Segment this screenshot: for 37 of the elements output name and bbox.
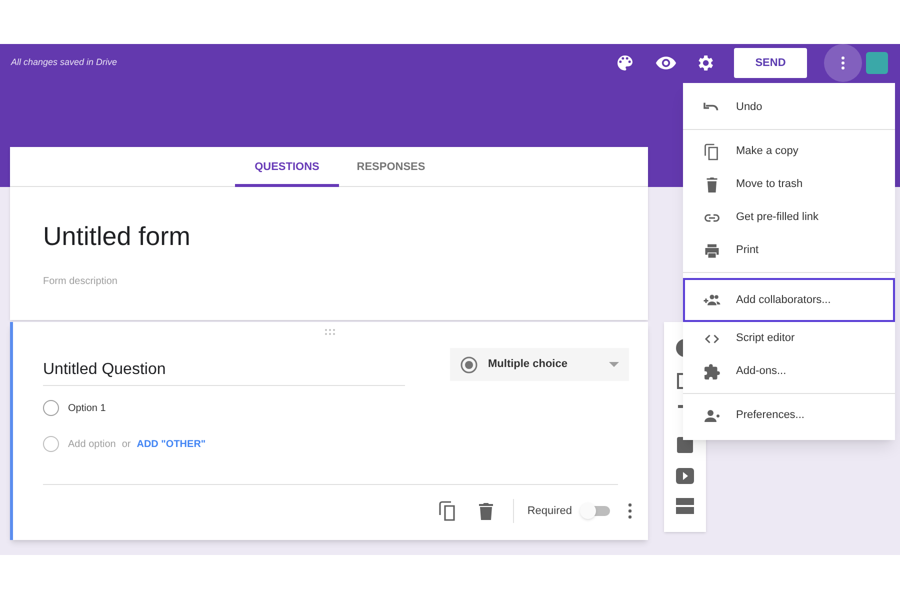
- save-status: All changes saved in Drive: [11, 56, 118, 70]
- radio-icon: [43, 436, 59, 452]
- or-label: or: [122, 438, 131, 452]
- form-title[interactable]: Untitled form: [43, 217, 648, 256]
- add-other-link[interactable]: ADD "OTHER": [136, 436, 206, 452]
- palette-icon[interactable]: [615, 53, 635, 73]
- menu-item[interactable]: Preferences...: [683, 399, 895, 432]
- more-vertical-icon[interactable]: [628, 503, 632, 519]
- tab[interactable]: QUESTIONS: [235, 147, 339, 187]
- printer-icon: [703, 242, 721, 260]
- menu-item[interactable]: Undo: [683, 91, 895, 124]
- drag-handle-icon[interactable]: [324, 329, 336, 335]
- tab[interactable]: RESPONSES: [339, 147, 443, 187]
- option-label[interactable]: Option 1: [68, 400, 106, 416]
- video-icon[interactable]: [676, 468, 694, 484]
- menu-item[interactable]: Add collaborators...: [683, 278, 895, 322]
- question-title-field[interactable]: Untitled Question: [43, 348, 405, 386]
- radio-icon[interactable]: [43, 400, 59, 416]
- menu-item[interactable]: Make a copy: [683, 135, 895, 168]
- menu-item[interactable]: Get pre-filled link: [683, 201, 895, 234]
- required-toggle[interactable]: [580, 503, 610, 519]
- required-label: Required: [527, 504, 572, 519]
- question-type-label: Multiple choice: [488, 357, 568, 372]
- menu-item[interactable]: Script editor: [683, 322, 895, 355]
- question-type-dropdown[interactable]: Multiple choice: [450, 348, 629, 381]
- menu-item[interactable]: Add-ons...: [683, 355, 895, 388]
- section-icon[interactable]: [676, 498, 694, 514]
- trash-icon[interactable]: [479, 502, 494, 520]
- menu-item[interactable]: Print: [683, 234, 895, 267]
- copy-icon[interactable]: [439, 501, 458, 521]
- send-button[interactable]: SEND: [734, 48, 807, 78]
- puzzle-icon: [703, 362, 721, 380]
- caret-icon: [609, 362, 619, 367]
- copy-icon: [703, 142, 721, 160]
- radio-selected-icon: [460, 356, 478, 374]
- menu-item[interactable]: Move to trash: [683, 168, 895, 201]
- more-vertical-icon: [841, 56, 845, 70]
